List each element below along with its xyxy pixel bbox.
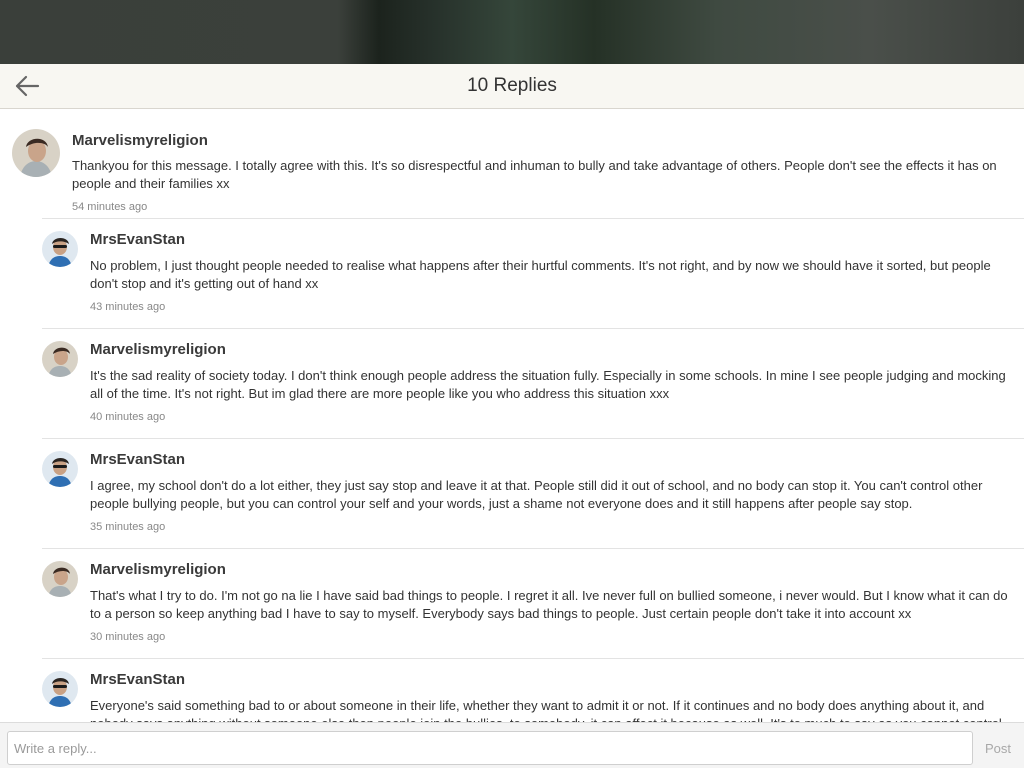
page-title: 10 Replies [467,75,557,96]
avatar[interactable] [42,451,78,487]
comment-text: Everyone's said something bad to or abou… [90,698,1002,722]
avatar[interactable] [42,561,78,597]
comment-timestamp: 54 minutes ago [72,201,148,213]
comment-timestamp: 35 minutes ago [90,521,166,533]
comment-timestamp: 30 minutes ago [90,631,166,643]
reply-item: Marvelismyreligion That's what I try to … [42,548,1024,658]
comment-username[interactable]: MrsEvanStan [90,231,185,248]
reply-composer: Post [0,722,1024,768]
avatar[interactable] [42,671,78,707]
reply-item: MrsEvanStan No problem, I just thought p… [42,218,1024,328]
comment-timestamp: 40 minutes ago [90,411,166,423]
reply-item: MrsEvanStan Everyone's said something ba… [42,658,1024,722]
replies-list[interactable]: Marvelismyreligion Thankyou for this mes… [0,109,1024,722]
comment-text: It's the sad reality of society today. I… [90,368,1006,401]
avatar[interactable] [42,231,78,267]
comment-username[interactable]: Marvelismyreligion [90,561,226,578]
comment-username[interactable]: MrsEvanStan [90,451,185,468]
comment-text: Thankyou for this message. I totally agr… [72,158,997,191]
comment-text: I agree, my school don't do a lot either… [90,478,983,511]
reply-item: MrsEvanStan I agree, my school don't do … [42,438,1024,548]
reply-input[interactable] [7,731,973,765]
reply-item: Marvelismyreligion It's the sad reality … [42,328,1024,438]
comment-text: That's what I try to do. I'm not go na l… [90,588,1008,621]
comment-timestamp: 43 minutes ago [90,301,166,313]
comment-username[interactable]: MrsEvanStan [90,671,185,688]
replies-header: 10 Replies [0,64,1024,109]
comment-text: No problem, I just thought people needed… [90,258,991,291]
cover-image-banner [0,0,1024,64]
comment-username[interactable]: Marvelismyreligion [72,132,208,149]
comment-username[interactable]: Marvelismyreligion [90,341,226,358]
avatar[interactable] [42,341,78,377]
post-button[interactable]: Post [976,731,1020,765]
avatar[interactable] [12,129,60,177]
